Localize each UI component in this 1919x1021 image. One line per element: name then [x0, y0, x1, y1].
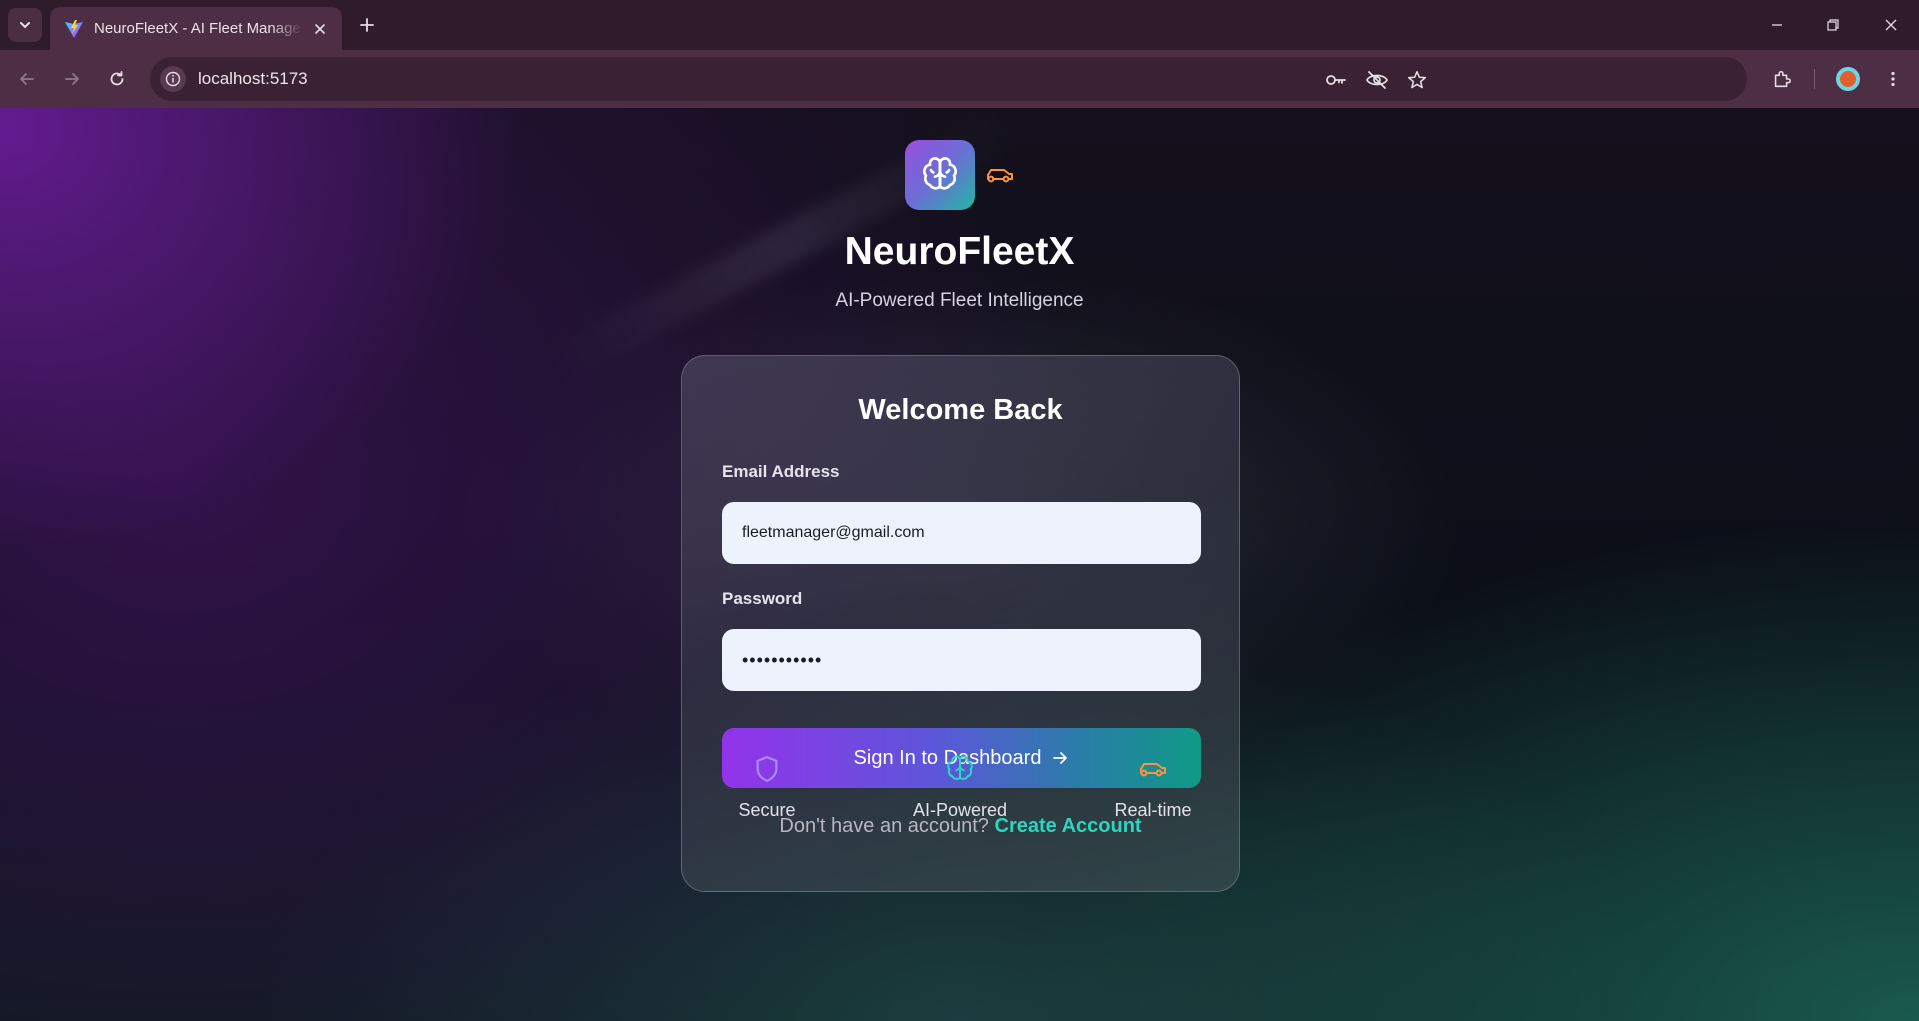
- reload-icon: [110, 71, 124, 86]
- address-bar[interactable]: localhost:5173: [150, 57, 1747, 101]
- feature-label: Secure: [738, 800, 796, 820]
- feature-real-time: Real-time: [1083, 754, 1223, 821]
- minimize-icon: [1772, 24, 1782, 26]
- minimize-button[interactable]: [1759, 8, 1795, 42]
- password-key-button[interactable]: [1323, 67, 1349, 93]
- car-icon: [987, 169, 1013, 183]
- avatar: [1836, 67, 1860, 91]
- back-button[interactable]: [10, 62, 44, 96]
- password-label: Password: [722, 589, 803, 608]
- app-logo: [905, 140, 975, 210]
- browser-toolbar: localhost:5173: [0, 50, 1919, 108]
- feature-label: AI-Powered: [912, 800, 1008, 820]
- tab-search-button[interactable]: [8, 8, 42, 42]
- email-label: Email Address: [722, 462, 840, 481]
- plus-icon: [360, 18, 374, 32]
- eye-off-icon: [1366, 71, 1388, 89]
- arrow-left-icon: [20, 73, 34, 85]
- brain-icon: [947, 755, 973, 780]
- bookmark-button[interactable]: [1404, 67, 1430, 93]
- feature-secure: Secure: [697, 754, 837, 821]
- puzzle-icon: [1774, 70, 1792, 88]
- browser-menu-button[interactable]: [1876, 62, 1910, 96]
- info-icon: [165, 71, 181, 87]
- brain-icon: [923, 157, 957, 190]
- browser-tab-bar: NeuroFleetX - AI Fleet Management: [0, 0, 1919, 50]
- feature-ai-powered: AI-Powered: [890, 754, 1030, 821]
- new-tab-button[interactable]: [352, 10, 382, 40]
- tab-title: NeuroFleetX - AI Fleet Management: [94, 20, 302, 37]
- tab-close-button[interactable]: [310, 19, 330, 39]
- star-icon: [1407, 70, 1427, 89]
- brand-subtitle: AI-Powered Fleet Intelligence: [835, 290, 1084, 311]
- toolbar-divider: [1814, 69, 1815, 89]
- site-info-button[interactable]: [160, 66, 186, 92]
- car-icon: [1140, 763, 1166, 777]
- tracking-protection-button[interactable]: [1364, 67, 1390, 93]
- feature-label: Real-time: [1114, 800, 1192, 820]
- extensions-button[interactable]: [1765, 62, 1799, 96]
- vite-favicon-icon: [65, 19, 83, 38]
- login-page: NeuroFleetX AI-Powered Fleet Intelligenc…: [0, 108, 1919, 1021]
- profile-button[interactable]: [1831, 62, 1865, 96]
- close-window-button[interactable]: [1873, 8, 1909, 42]
- forward-button[interactable]: [55, 62, 89, 96]
- key-icon: [1326, 75, 1346, 85]
- url-text: localhost:5173: [198, 69, 308, 88]
- password-field[interactable]: [722, 629, 1201, 691]
- login-heading: Welcome Back: [858, 394, 1063, 426]
- arrow-right-icon: [65, 73, 79, 85]
- shield-icon: [756, 756, 778, 782]
- email-field[interactable]: [722, 502, 1201, 564]
- close-icon: [1885, 19, 1897, 31]
- restore-icon: [1827, 19, 1839, 31]
- brand-title: NeuroFleetX: [844, 230, 1075, 273]
- arrow-right-icon: [1053, 752, 1068, 764]
- close-icon: [315, 23, 325, 34]
- restore-button[interactable]: [1815, 8, 1851, 42]
- more-vertical-icon: [1891, 71, 1895, 87]
- reload-button[interactable]: [100, 62, 134, 96]
- chevron-down-icon: [20, 22, 30, 29]
- browser-tab[interactable]: NeuroFleetX - AI Fleet Management: [50, 7, 342, 50]
